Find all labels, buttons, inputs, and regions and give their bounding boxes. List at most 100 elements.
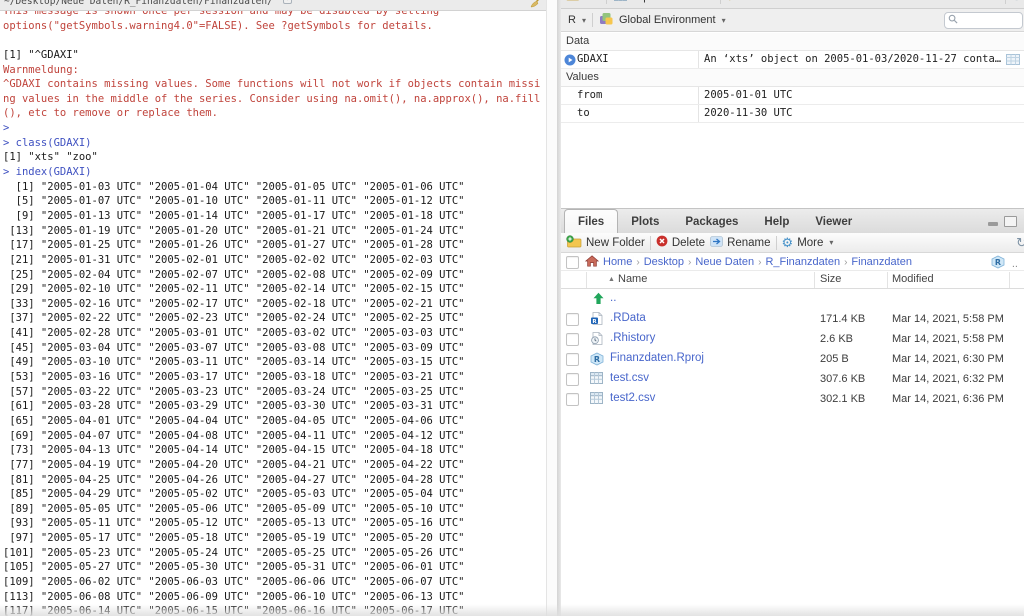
file-size: 171.4 KB bbox=[820, 313, 865, 325]
import-dataset-icon bbox=[614, 0, 627, 4]
breadcrumb-link[interactable]: Desktop bbox=[644, 256, 684, 268]
file-name-link[interactable]: .Rhistory bbox=[610, 332, 655, 344]
minimize-pane-icon[interactable] bbox=[988, 222, 998, 226]
environment-search-box[interactable] bbox=[944, 12, 1023, 29]
column-header-name[interactable]: Name bbox=[618, 273, 647, 285]
file-row[interactable]: R.RData171.4 KBMar 14, 2021, 5:58 PM bbox=[561, 309, 1024, 329]
parent-directory-icon[interactable] bbox=[592, 292, 605, 308]
import-dataset-label: Import Dataset bbox=[631, 0, 703, 3]
console-line: [93] "2005-05-11 UTC" "2005-05-12 UTC" "… bbox=[3, 516, 540, 531]
new-folder-button[interactable]: New Folder bbox=[566, 235, 645, 251]
save-workspace-icon[interactable] bbox=[587, 0, 599, 4]
clear-environment-broom-icon[interactable] bbox=[728, 0, 740, 4]
console-line: [53] "2005-03-16 UTC" "2005-03-17 UTC" "… bbox=[3, 370, 540, 385]
breadcrumb-link[interactable]: R_Finanzdaten bbox=[765, 256, 840, 268]
file-modified: Mar 14, 2021, 6:30 PM bbox=[892, 353, 1004, 365]
tab-plots[interactable]: Plots bbox=[618, 210, 672, 234]
console-line: [5] "2005-01-07 UTC" "2005-01-10 UTC" "2… bbox=[3, 194, 540, 209]
file-row[interactable]: RFinanzdaten.Rproj205 BMar 14, 2021, 6:3… bbox=[561, 349, 1024, 369]
console-line: ng values in the middle of the series. C… bbox=[3, 92, 540, 107]
rename-button[interactable]: Rename bbox=[710, 236, 770, 250]
right-pane: Import Dataset ▾ ≡ List ▾ ↻ R ▾ bbox=[561, 0, 1024, 616]
list-view-icon: ≡ bbox=[961, 0, 968, 4]
refresh-environment-icon[interactable]: ↻ bbox=[1011, 0, 1022, 5]
console-line: (), etc to remove or replace them. bbox=[3, 106, 540, 121]
environment-section-header: Data bbox=[561, 33, 1024, 51]
console-line: [29] "2005-02-10 UTC" "2005-02-11 UTC" "… bbox=[3, 282, 540, 297]
file-row[interactable]: .Rhistory2.6 KBMar 14, 2021, 5:58 PM bbox=[561, 329, 1024, 349]
file-name-link[interactable]: test2.csv bbox=[610, 392, 655, 404]
console-line: [73] "2005-04-13 UTC" "2005-04-14 UTC" "… bbox=[3, 443, 540, 458]
environment-object-row[interactable]: to2020-11-30 UTC bbox=[561, 105, 1024, 123]
open-in-new-window-icon[interactable] bbox=[283, 0, 294, 10]
console-line: > class(GDAXI) bbox=[3, 136, 540, 151]
files-column-header: ▲ Name Size Modified bbox=[561, 272, 1024, 289]
select-all-checkbox[interactable] bbox=[566, 256, 579, 269]
home-icon[interactable] bbox=[585, 255, 599, 270]
file-name-link[interactable]: .RData bbox=[610, 312, 646, 324]
pane-divider[interactable] bbox=[557, 0, 561, 616]
breadcrumb-separator: › bbox=[758, 257, 761, 268]
file-name-link[interactable]: Finanzdaten.Rproj bbox=[610, 352, 704, 364]
svg-text:R: R bbox=[594, 355, 600, 364]
column-header-size[interactable]: Size bbox=[820, 273, 841, 285]
console-line: [1] "2005-01-03 UTC" "2005-01-04 UTC" "2… bbox=[3, 180, 540, 195]
environment-search-input[interactable] bbox=[958, 14, 1014, 27]
sort-ascending-icon[interactable]: ▲ bbox=[608, 276, 615, 283]
tab-viewer[interactable]: Viewer bbox=[802, 210, 865, 234]
rproject-badge-icon[interactable]: R bbox=[991, 255, 1005, 272]
tab-files[interactable]: Files bbox=[564, 209, 618, 233]
more-menu-button[interactable]: ⚙ More ▾ bbox=[782, 235, 834, 251]
import-dataset-button[interactable]: Import Dataset ▾ bbox=[614, 0, 713, 4]
console-line: ^GDAXI contains missing values. Some fun… bbox=[3, 77, 540, 92]
console-pane[interactable]: This message is shown once per session a… bbox=[0, 0, 546, 616]
refresh-files-icon[interactable]: ↻ bbox=[1016, 235, 1024, 251]
more-label: More bbox=[797, 237, 823, 249]
console-line: [77] "2005-04-19 UTC" "2005-04-20 UTC" "… bbox=[3, 458, 540, 473]
maximize-pane-icon[interactable] bbox=[1004, 216, 1017, 227]
list-view-button[interactable]: List ▾ bbox=[973, 0, 1000, 3]
breadcrumb-link[interactable]: Home bbox=[603, 256, 632, 268]
console-line: [57] "2005-03-22 UTC" "2005-03-23 UTC" "… bbox=[3, 385, 540, 400]
console-line: [33] "2005-02-16 UTC" "2005-02-17 UTC" "… bbox=[3, 297, 540, 312]
tab-packages[interactable]: Packages bbox=[672, 210, 751, 234]
global-environment-dropdown[interactable]: Global Environment ▾ bbox=[619, 14, 726, 26]
clear-console-broom-icon[interactable] bbox=[530, 0, 542, 11]
file-name-link[interactable]: .. bbox=[610, 292, 616, 304]
breadcrumb-link[interactable]: Neue Daten bbox=[695, 256, 754, 268]
column-header-modified[interactable]: Modified bbox=[892, 273, 934, 285]
r-session-dropdown[interactable]: R ▾ bbox=[568, 14, 586, 26]
environment-object-row[interactable]: GDAXIAn ‘xts’ object on 2005-01-03/2020-… bbox=[561, 51, 1024, 69]
console-line: [81] "2005-04-25 UTC" "2005-04-26 UTC" "… bbox=[3, 473, 540, 488]
file-type-icon bbox=[590, 372, 603, 387]
console-line: [65] "2005-04-01 UTC" "2005-04-04 UTC" "… bbox=[3, 414, 540, 429]
console-line: [21] "2005-01-31 UTC" "2005-02-01 UTC" "… bbox=[3, 253, 540, 268]
file-row[interactable]: test2.csv302.1 KBMar 14, 2021, 6:36 PM bbox=[561, 389, 1024, 409]
tab-help[interactable]: Help bbox=[751, 210, 802, 234]
file-row[interactable]: test.csv307.6 KBMar 14, 2021, 6:32 PM bbox=[561, 369, 1024, 389]
environment-object-row[interactable]: from2005-01-01 UTC bbox=[561, 87, 1024, 105]
console-line: [69] "2005-04-07 UTC" "2005-04-08 UTC" "… bbox=[3, 429, 540, 444]
file-checkbox[interactable] bbox=[566, 353, 579, 366]
view-data-grid-icon[interactable] bbox=[1006, 54, 1020, 68]
environment-stack-icon bbox=[599, 12, 613, 28]
list-view-label: List bbox=[973, 0, 990, 3]
environment-scope-bar: R ▾ Global Environment ▾ bbox=[561, 9, 1024, 32]
file-checkbox[interactable] bbox=[566, 393, 579, 406]
file-checkbox[interactable] bbox=[566, 373, 579, 386]
file-type-icon bbox=[590, 332, 603, 348]
new-folder-icon bbox=[566, 235, 582, 251]
file-modified: Mar 14, 2021, 5:58 PM bbox=[892, 313, 1004, 325]
breadcrumb-link[interactable]: Finanzdaten bbox=[851, 256, 912, 268]
file-checkbox[interactable] bbox=[566, 313, 579, 326]
delete-button[interactable]: Delete bbox=[656, 235, 705, 250]
console-line: > index(GDAXI) bbox=[3, 165, 540, 180]
environment-object-name: GDAXI bbox=[561, 51, 699, 68]
open-folder-icon[interactable] bbox=[566, 0, 580, 4]
file-row[interactable]: .. bbox=[561, 289, 1024, 309]
environment-toolbar: Import Dataset ▾ ≡ List ▾ ↻ bbox=[561, 0, 1024, 9]
file-name-link[interactable]: test.csv bbox=[610, 372, 649, 384]
file-checkbox[interactable] bbox=[566, 333, 579, 346]
breadcrumb-overflow[interactable]: .. bbox=[1012, 258, 1018, 270]
delete-label: Delete bbox=[672, 237, 705, 249]
